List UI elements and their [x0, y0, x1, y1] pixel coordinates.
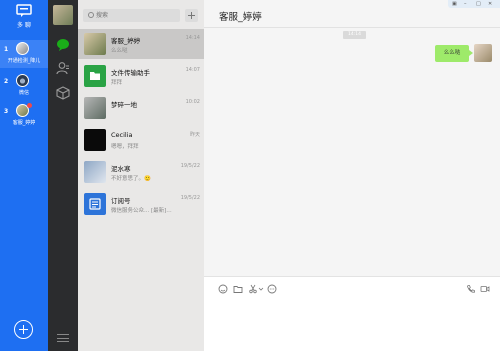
chat-name: 文件传输助手 [111, 69, 150, 77]
message-timestamp: 14:14 [343, 31, 366, 39]
avatar [84, 161, 106, 183]
chat-name: 泥水寒 [111, 165, 131, 173]
account-number: 1 [4, 46, 9, 53]
multi-account-sidebar: 多 聊 1 开通检测_降儿 2 微信 3 客服_婷婷 [0, 0, 48, 351]
wechat-multi-window: 多 聊 1 开通检测_降儿 2 微信 3 客服_婷婷 搜索 客服_婷婷 么么哒 … [0, 0, 500, 351]
chat-history-icon[interactable] [267, 284, 277, 294]
multi-chat-logo-icon [16, 4, 32, 17]
phone-icon[interactable] [466, 284, 476, 294]
search-input[interactable] [96, 9, 176, 22]
chat-item[interactable]: 订阅号 微信服务公众... [最新]… 19/5/22 [78, 189, 204, 219]
unread-dot [27, 103, 32, 108]
chat-last-message: 嗯嗯，拜拜 [111, 144, 139, 150]
minimize-icon[interactable]: – [464, 1, 467, 7]
divider [204, 27, 500, 28]
avatar [16, 74, 29, 87]
chat-name: 梦碎一地 [111, 101, 137, 109]
chat-time: 昨天 [189, 132, 200, 138]
collections-cube-icon[interactable] [56, 86, 70, 100]
multi-header: 多 聊 [0, 0, 48, 36]
subscription-icon [89, 198, 101, 210]
icon-nav [48, 0, 78, 351]
account-item-2[interactable]: 2 微信 [0, 72, 48, 100]
folder-icon [90, 72, 100, 80]
add-chat-button[interactable] [185, 9, 198, 22]
chat-item[interactable]: 客服_婷婷 么么哒 14:14 [78, 29, 204, 59]
avatar [84, 97, 106, 119]
chat-name: Cecilia [111, 131, 133, 139]
account-name: 微信 [18, 90, 29, 96]
search-icon [88, 12, 94, 18]
chat-item[interactable]: Cecilia 嗯嗯，拜拜 昨天 [78, 125, 204, 155]
account-item-1[interactable]: 1 开通检测_降儿 [0, 40, 48, 68]
subscriptions-avatar [84, 193, 106, 215]
message-input[interactable] [214, 299, 490, 347]
chevron-down-icon[interactable] [258, 284, 264, 294]
file-transfer-avatar [84, 65, 106, 87]
conversation-panel: 客服_婷婷 ▣ – □ ✕ 14:14 么么哒 [204, 0, 500, 351]
avatar [474, 44, 492, 62]
avatar [84, 129, 106, 151]
folder-icon[interactable] [233, 284, 243, 294]
contacts-icon[interactable] [56, 61, 70, 75]
maximize-icon[interactable]: □ [476, 1, 481, 7]
chat-time: 14:14 [185, 35, 200, 41]
chat-item[interactable]: 泥水寒 不好意思了。🙂 19/5/22 [78, 157, 204, 187]
close-icon[interactable]: ✕ [488, 1, 492, 7]
conversation-title: 客服_婷婷 [219, 12, 262, 23]
chat-icon[interactable] [56, 38, 70, 52]
window-controls: ▣ – □ ✕ [448, 0, 500, 8]
chat-item[interactable]: 梦碎一地 10:02 [78, 93, 204, 123]
chat-time: 19/5/22 [180, 195, 200, 201]
chat-last-message: 么么哒 [111, 48, 128, 54]
avatar [84, 33, 106, 55]
add-account-button[interactable] [14, 320, 33, 339]
screenshot-scissors-icon[interactable] [248, 284, 258, 294]
account-name: 开通检测_降儿 [7, 58, 41, 64]
avatar [16, 42, 29, 55]
video-call-icon[interactable] [480, 284, 490, 294]
chat-name: 客服_婷婷 [111, 37, 141, 45]
account-name: 客服_婷婷 [12, 120, 36, 126]
chat-last-message: 拜拜 [111, 80, 123, 86]
emoji-icon[interactable] [218, 284, 228, 294]
chat-time: 14:07 [185, 67, 200, 73]
chat-last-message: 不好意思了。🙂 [111, 176, 151, 182]
search-box[interactable] [83, 9, 180, 22]
account-number: 3 [4, 108, 9, 115]
account-number: 2 [4, 78, 9, 85]
chat-name: 订阅号 [111, 197, 131, 205]
chat-time: 10:02 [185, 99, 200, 105]
chat-last-message: 微信服务公众... [最新]… [111, 208, 172, 214]
avatar[interactable] [53, 5, 73, 25]
pin-icon[interactable]: ▣ [452, 1, 457, 7]
chat-item[interactable]: 文件传输助手 拜拜 14:07 [78, 61, 204, 91]
message-editor [204, 276, 500, 351]
chat-list-panel: 客服_婷婷 么么哒 14:14 文件传输助手 拜拜 14:07 梦碎一地 10:… [78, 0, 204, 351]
sent-message-bubble[interactable]: 么么哒 [435, 45, 473, 62]
chat-time: 19/5/22 [180, 163, 200, 169]
multi-title: 多 聊 [17, 22, 31, 29]
account-item-3[interactable]: 3 客服_婷婷 [0, 102, 48, 130]
menu-icon[interactable] [57, 334, 69, 342]
